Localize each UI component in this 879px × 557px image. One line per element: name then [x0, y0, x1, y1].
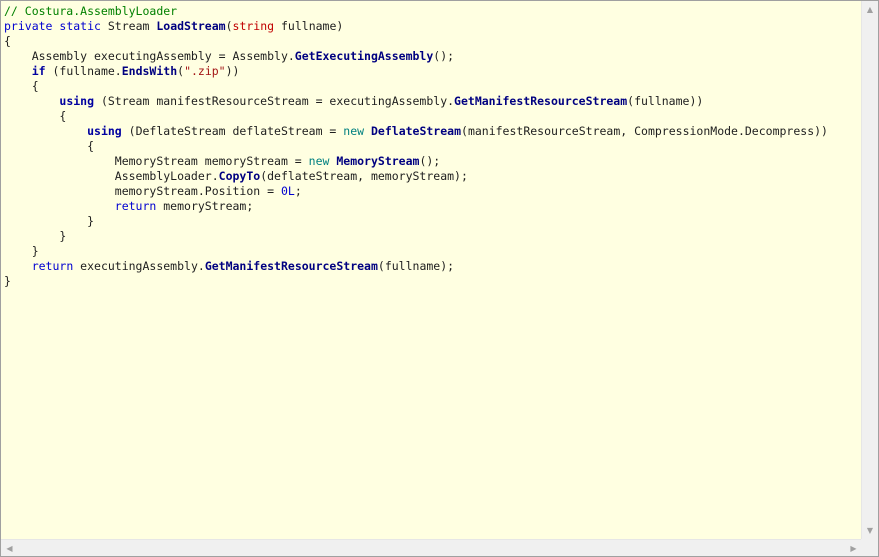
code-token-method: EndsWith [121, 64, 178, 78]
code-token-ident [364, 124, 371, 138]
code-token-ctl: using [59, 94, 95, 108]
code-token-ident: { [4, 109, 67, 123]
code-token-keyword: private [4, 19, 53, 33]
code-token-ident: (DeflateStream deflateStream = [121, 124, 344, 138]
code-token-method: GetManifestResourceStream [454, 94, 628, 108]
code-token-new: new [343, 124, 365, 138]
code-token-ident: } [4, 214, 95, 228]
code-token-ident [4, 94, 59, 108]
horizontal-scrollbar[interactable]: ◀ ▶ [1, 539, 862, 556]
code-token-punct: )) [225, 64, 240, 78]
code-token-string: ".zip" [184, 64, 226, 78]
code-token-punct: (fullname)) [627, 94, 704, 108]
code-token-ident [4, 64, 32, 78]
code-line: { [4, 34, 828, 49]
code-token-ident: AssemblyLoader. [4, 169, 219, 183]
code-token-ident: memoryStream; [156, 199, 254, 213]
code-token-ident: Stream [100, 19, 157, 33]
code-token-punct: { [4, 34, 11, 48]
code-token-ident: MemoryStream memoryStream = [4, 154, 309, 168]
code-token-new: new [308, 154, 330, 168]
code-token-method: GetExecutingAssembly [294, 49, 434, 63]
scrollbar-corner [861, 539, 878, 556]
code-line: AssemblyLoader.CopyTo(deflateStream, mem… [4, 169, 828, 184]
code-line: using (DeflateStream deflateStream = new… [4, 124, 828, 139]
code-token-ident: (Stream manifestResourceStream = executi… [94, 94, 455, 108]
code-token-ctl: if [31, 64, 46, 78]
code-token-ident: { [4, 139, 95, 153]
code-token-ident: Assembly executingAssembly = Assembly. [4, 49, 295, 63]
code-line: return executingAssembly.GetManifestReso… [4, 259, 828, 274]
code-line: { [4, 139, 828, 154]
code-line: { [4, 79, 828, 94]
decompiled-source-code: // Costura.AssemblyLoader private static … [4, 4, 828, 289]
code-token-ident: } [4, 244, 39, 258]
code-line: using (Stream manifestResourceStream = e… [4, 94, 828, 109]
code-token-method: CopyTo [218, 169, 261, 183]
code-token-method: MemoryStream [336, 154, 420, 168]
code-token-method: DeflateStream [371, 124, 462, 138]
code-token-kwtype: string [232, 19, 275, 33]
code-line: private static Stream LoadStream(string … [4, 19, 828, 34]
code-line: Assembly executingAssembly = Assembly.Ge… [4, 49, 828, 64]
code-token-ident [4, 259, 32, 273]
code-token-punct: (fullname); [377, 259, 455, 273]
code-token-punct: ; [294, 184, 302, 198]
code-token-ident: (fullname. [45, 64, 122, 78]
code-token-ident: } [4, 229, 67, 243]
code-viewer: // Costura.AssemblyLoader private static … [0, 0, 879, 557]
code-token-comment: // Costura.AssemblyLoader [4, 4, 178, 18]
code-token-punct: (); [433, 49, 455, 63]
code-token-ctl: using [87, 124, 122, 138]
code-token-ident [4, 199, 115, 213]
code-token-ident [4, 124, 87, 138]
code-token-num: 0L [280, 184, 295, 198]
code-token-keyword: return [31, 259, 74, 273]
code-token-punct: ( [225, 19, 233, 33]
code-token-punct: (deflateStream, memoryStream); [260, 169, 468, 183]
code-token-ident: fullname) [274, 19, 344, 33]
code-line: return memoryStream; [4, 199, 828, 214]
code-token-keyword: static [59, 19, 101, 33]
scroll-up-arrow-icon[interactable]: ▲ [862, 1, 878, 18]
code-line: memoryStream.Position = 0L; [4, 184, 828, 199]
scroll-left-arrow-icon[interactable]: ◀ [1, 540, 18, 556]
scroll-right-arrow-icon[interactable]: ▶ [845, 540, 862, 556]
code-token-punct: (manifestResourceStream, CompressionMode… [461, 124, 828, 138]
code-token-ident: { [4, 79, 39, 93]
code-token-method: GetManifestResourceStream [204, 259, 378, 273]
code-line: MemoryStream memoryStream = new MemorySt… [4, 154, 828, 169]
code-line: } [4, 274, 828, 289]
scroll-down-arrow-icon[interactable]: ▼ [862, 522, 878, 539]
code-line: } [4, 214, 828, 229]
code-token-punct: } [4, 274, 11, 288]
code-line: } [4, 244, 828, 259]
code-editor-area[interactable]: // Costura.AssemblyLoader private static … [1, 1, 862, 539]
code-token-keyword: return [114, 199, 157, 213]
code-line: } [4, 229, 828, 244]
code-line: // Costura.AssemblyLoader [4, 4, 828, 19]
code-token-method: LoadStream [156, 19, 226, 33]
code-line: if (fullname.EndsWith(".zip")) [4, 64, 828, 79]
vertical-scrollbar[interactable]: ▲ ▼ [861, 1, 878, 539]
code-token-ident: executingAssembly. [73, 259, 205, 273]
code-line: { [4, 109, 828, 124]
code-token-punct: (); [419, 154, 441, 168]
code-token-ident: memoryStream.Position = [4, 184, 281, 198]
